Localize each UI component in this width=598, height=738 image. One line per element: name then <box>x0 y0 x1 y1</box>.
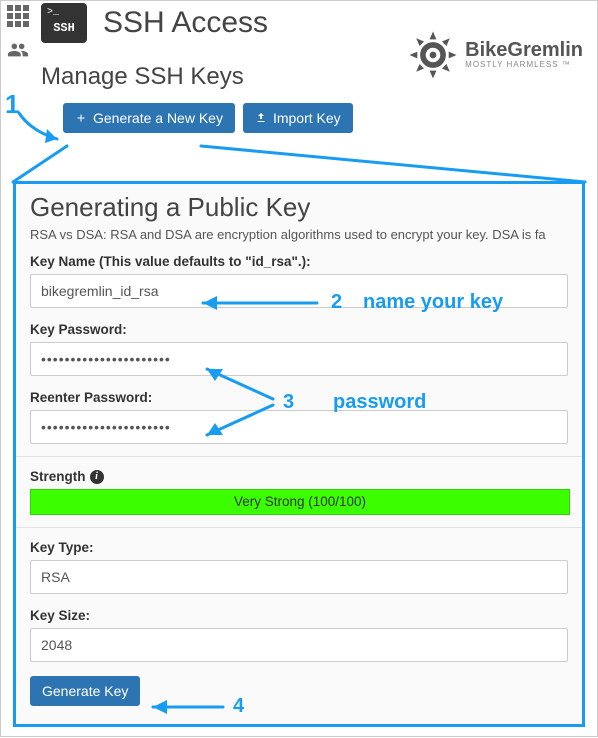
action-buttons: Generate a New Key Import Key <box>63 103 353 133</box>
apps-grid-icon[interactable] <box>7 5 29 27</box>
ssh-badge-icon: SSH <box>41 3 87 43</box>
generate-key-panel: Generating a Public Key RSA vs DSA: RSA … <box>13 181 585 727</box>
key-password-input[interactable] <box>30 342 568 376</box>
key-name-input[interactable] <box>30 274 568 308</box>
page-title: SSH Access <box>103 6 268 40</box>
bikegremlin-logo: BikeGremlin MOSTLY HARMLESS ™ <box>405 27 583 83</box>
import-key-label: Import Key <box>273 110 341 126</box>
gear-icon <box>405 27 461 83</box>
strength-label: Strength i <box>30 469 568 484</box>
key-type-label: Key Type: <box>30 540 568 555</box>
generate-new-key-button[interactable]: Generate a New Key <box>63 103 235 133</box>
logo-title: BikeGremlin <box>465 40 583 61</box>
annotation-step1: 1 <box>5 89 19 120</box>
key-name-label: Key Name (This value defaults to "id_rsa… <box>30 254 568 269</box>
strength-bar: Very Strong (100/100) <box>30 489 570 515</box>
generate-key-button[interactable]: Generate Key <box>30 676 140 706</box>
key-size-label: Key Size: <box>30 608 568 623</box>
reenter-password-label: Reenter Password: <box>30 390 568 405</box>
info-icon[interactable]: i <box>90 470 104 484</box>
modal-description: RSA vs DSA: RSA and DSA are encryption a… <box>30 227 568 242</box>
logo-tagline: MOSTLY HARMLESS ™ <box>465 61 583 69</box>
modal-title: Generating a Public Key <box>30 192 568 223</box>
sidebar <box>3 3 33 64</box>
section-heading: Manage SSH Keys <box>41 63 244 91</box>
plus-icon <box>75 112 87 124</box>
generate-new-key-label: Generate a New Key <box>93 110 223 126</box>
users-icon[interactable] <box>7 39 29 64</box>
key-password-label: Key Password: <box>30 322 568 337</box>
reenter-password-input[interactable] <box>30 410 568 444</box>
import-icon <box>255 112 267 124</box>
generate-key-label: Generate Key <box>42 683 128 699</box>
key-type-select[interactable]: RSA <box>30 560 568 594</box>
import-key-button[interactable]: Import Key <box>243 103 353 133</box>
key-size-select[interactable]: 2048 <box>30 628 568 662</box>
